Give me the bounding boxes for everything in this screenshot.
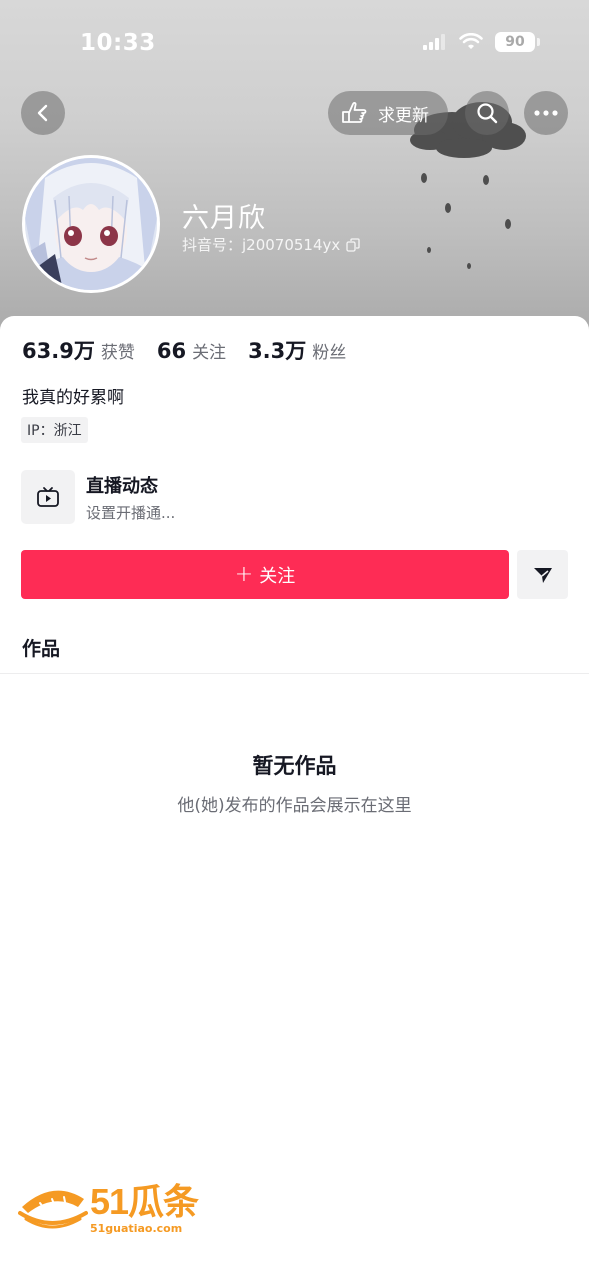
send-message-button[interactable] (517, 550, 568, 599)
watermark-brand: 51瓜条 (90, 1181, 199, 1222)
tab-works[interactable]: 作品 (22, 634, 60, 661)
follow-button[interactable]: + 关注 (21, 550, 509, 599)
pointing-hand-icon (342, 102, 367, 123)
stat-followers-value: 3.3万 (248, 339, 307, 363)
request-update-button[interactable]: 求更新 (328, 91, 448, 135)
status-icons: 90 (423, 32, 540, 52)
stat-followers[interactable]: 3.3万 粉丝 (248, 335, 346, 365)
watermark-url: 51guatiao.com (90, 1222, 183, 1235)
more-dots-icon (534, 110, 558, 116)
battery-indicator: 90 (495, 32, 540, 52)
copy-icon[interactable] (346, 237, 360, 252)
stat-following[interactable]: 66 关注 (157, 338, 226, 363)
search-icon (477, 103, 498, 124)
plus-icon: + (234, 561, 254, 587)
empty-state-subtitle: 他(她)发布的作品会展示在这里 (177, 796, 412, 816)
ip-location-tag: IP：浙江 (21, 417, 88, 443)
live-updates-title[interactable]: 直播动态 (86, 472, 158, 498)
tab-divider (0, 673, 589, 674)
profile-nickname: 六月欣 (182, 203, 266, 234)
avatar-image (25, 158, 157, 290)
wifi-icon (459, 33, 483, 49)
back-button[interactable] (21, 91, 65, 135)
chevron-left-icon (37, 104, 48, 122)
live-updates-icon-box[interactable] (21, 470, 75, 524)
stat-likes-value: 63.9万 (22, 339, 95, 363)
status-time: 10:33 (80, 30, 156, 56)
douyin-id[interactable]: 抖音号：j20070514yx (182, 234, 360, 255)
empty-state-title: 暂无作品 (252, 754, 337, 778)
melon-slice-icon (18, 1190, 88, 1228)
profile-bio: 我真的好累啊 (22, 388, 124, 408)
stat-following-label: 关注 (192, 343, 227, 363)
stat-following-value: 66 (156, 339, 187, 363)
watermark-logo: 51瓜条 51guatiao.com (18, 1181, 199, 1235)
avatar[interactable] (22, 155, 160, 293)
follow-button-label: 关注 (259, 565, 296, 587)
stat-likes-label: 获赞 (100, 343, 135, 363)
live-updates-subtitle[interactable]: 设置开播通... (86, 502, 175, 523)
profile-stats: 63.9万 获赞 66 关注 3.3万 粉丝 (22, 335, 368, 365)
stat-likes[interactable]: 63.9万 获赞 (22, 335, 135, 365)
signal-icon (423, 34, 445, 50)
stat-followers-label: 粉丝 (312, 343, 347, 363)
request-update-label: 求更新 (378, 105, 429, 126)
tv-icon (37, 487, 59, 507)
more-options-button[interactable] (524, 91, 568, 135)
search-button[interactable] (465, 91, 509, 135)
douyin-id-text: 抖音号：j20070514yx (182, 236, 341, 254)
paper-plane-icon (533, 567, 552, 583)
